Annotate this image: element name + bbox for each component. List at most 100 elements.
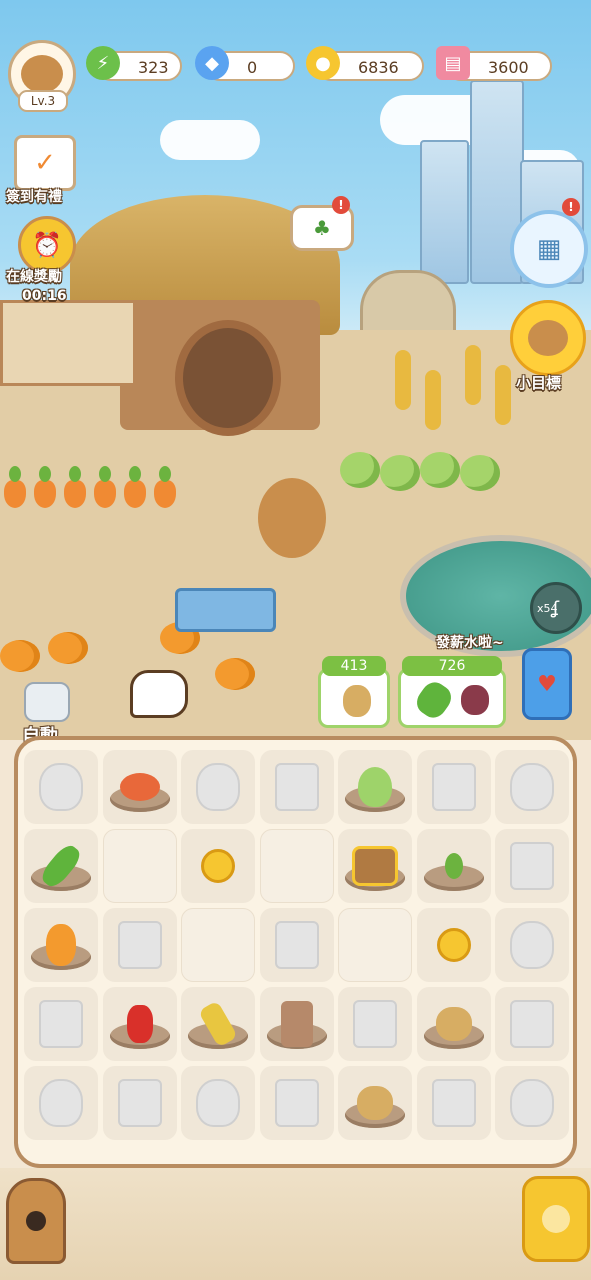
potato-icon [343, 685, 371, 717]
capybara-goal-icon [528, 320, 568, 356]
goal-button[interactable] [510, 300, 586, 376]
bee-jar-icon[interactable] [24, 682, 70, 722]
storage-house-button[interactable] [6, 1178, 66, 1264]
board-cell[interactable] [259, 908, 334, 982]
board-cell[interactable] [181, 750, 255, 824]
board-cell[interactable] [338, 1066, 412, 1140]
carrot-field [0, 466, 180, 512]
locked-box-icon [510, 842, 554, 890]
phone-orders-icon[interactable]: ♥ [522, 648, 572, 720]
pumpkin [48, 632, 88, 664]
building [420, 140, 469, 284]
board-cell[interactable] [495, 1066, 569, 1140]
board-cell[interactable] [24, 750, 98, 824]
door-icon [26, 1211, 46, 1231]
cucumber-icon [411, 677, 457, 723]
salary-speech: 發薪水啦~ [436, 635, 504, 651]
turnip-icon[interactable] [358, 767, 392, 807]
basket-icon[interactable] [352, 846, 398, 886]
locked-box-icon [117, 1079, 162, 1127]
board-cell[interactable] [338, 829, 412, 903]
board-cell[interactable] [24, 1066, 98, 1140]
board-cell[interactable] [259, 829, 334, 903]
sprout-icon[interactable] [444, 853, 463, 879]
locked-bag-icon [196, 1079, 240, 1127]
locked-box-icon [431, 763, 476, 811]
corn-icon[interactable] [197, 1000, 239, 1048]
locked-bag-icon [39, 1079, 83, 1127]
board-cell[interactable] [259, 1066, 334, 1140]
board-cell[interactable] [24, 829, 98, 903]
potato-icon[interactable] [357, 1086, 393, 1120]
board-cell[interactable] [338, 908, 412, 982]
board-cell[interactable] [181, 987, 255, 1061]
capybara-character[interactable] [258, 478, 326, 558]
board-cell[interactable] [102, 987, 177, 1061]
order-card[interactable] [398, 668, 506, 728]
calendar-checkin-icon[interactable]: ✓ [14, 135, 76, 191]
locked-box-icon [510, 1000, 554, 1048]
locked-box-icon [117, 921, 162, 969]
board-cell[interactable] [102, 908, 177, 982]
online-reward-label[interactable]: 在線獎勵 [6, 266, 62, 286]
board-cell[interactable] [181, 908, 255, 982]
board-cell[interactable] [259, 987, 334, 1061]
cabbage [380, 455, 420, 491]
board-cell[interactable] [338, 750, 412, 824]
order-card[interactable] [318, 668, 390, 728]
suitcase-button[interactable] [522, 1176, 590, 1262]
coin-icon[interactable] [436, 928, 471, 962]
crab-icon[interactable] [119, 773, 160, 801]
bottom-bar [0, 1168, 591, 1280]
order-price: 726 [402, 656, 502, 676]
board-cell[interactable] [102, 829, 177, 903]
locked-box-icon [353, 1000, 397, 1048]
board-cell[interactable] [416, 987, 491, 1061]
coin-icon: ● [306, 46, 340, 80]
order-price: 413 [322, 656, 386, 676]
board-cell[interactable] [416, 1066, 491, 1140]
board-cell[interactable] [495, 908, 569, 982]
board-cell[interactable] [24, 987, 98, 1061]
goal-label[interactable]: 小目標 [516, 372, 561, 393]
diamond-icon: ◆ [195, 46, 229, 80]
coin-icon[interactable] [201, 849, 235, 883]
locked-box-icon [274, 921, 319, 969]
log-icon[interactable] [280, 1001, 313, 1047]
corn-plant [465, 345, 481, 405]
board-cell[interactable] [416, 750, 491, 824]
cabbage [460, 455, 500, 491]
locked-box-icon [274, 763, 319, 811]
gourd-icon[interactable] [46, 924, 76, 966]
game-scene[interactable] [0, 0, 591, 740]
board-cell[interactable] [259, 750, 334, 824]
board-cell[interactable] [416, 829, 491, 903]
corn-plant [425, 370, 441, 430]
board-cell[interactable] [495, 987, 569, 1061]
board-cell[interactable] [181, 1066, 255, 1140]
board-cell[interactable] [24, 908, 98, 982]
city-building-icon[interactable]: ▦ [510, 210, 588, 288]
board-cell[interactable] [181, 829, 255, 903]
locked-box-icon [274, 1079, 319, 1127]
pepper-icon[interactable] [126, 1005, 153, 1043]
locked-bag-icon [39, 763, 83, 811]
alert-badge-icon: ! [562, 198, 580, 216]
locked-bag-icon [510, 921, 554, 969]
fishing-count: x54 [537, 602, 558, 615]
potato-icon[interactable] [435, 1007, 472, 1041]
cucumber-icon[interactable] [37, 841, 85, 891]
checkin-label[interactable]: 簽到有禮 [6, 186, 62, 206]
board-cell[interactable] [102, 1066, 177, 1140]
board-cell[interactable] [495, 829, 569, 903]
pumpkin [0, 640, 40, 672]
board-cell[interactable] [338, 987, 412, 1061]
pointer-hand-icon [130, 670, 188, 718]
locked-box-icon [39, 1000, 83, 1048]
board-cell[interactable] [416, 908, 491, 982]
alert-badge-icon: ! [332, 196, 350, 214]
board-cell[interactable] [495, 750, 569, 824]
cabbage [420, 452, 460, 488]
corn-plant [495, 365, 511, 425]
board-cell[interactable] [102, 750, 177, 824]
